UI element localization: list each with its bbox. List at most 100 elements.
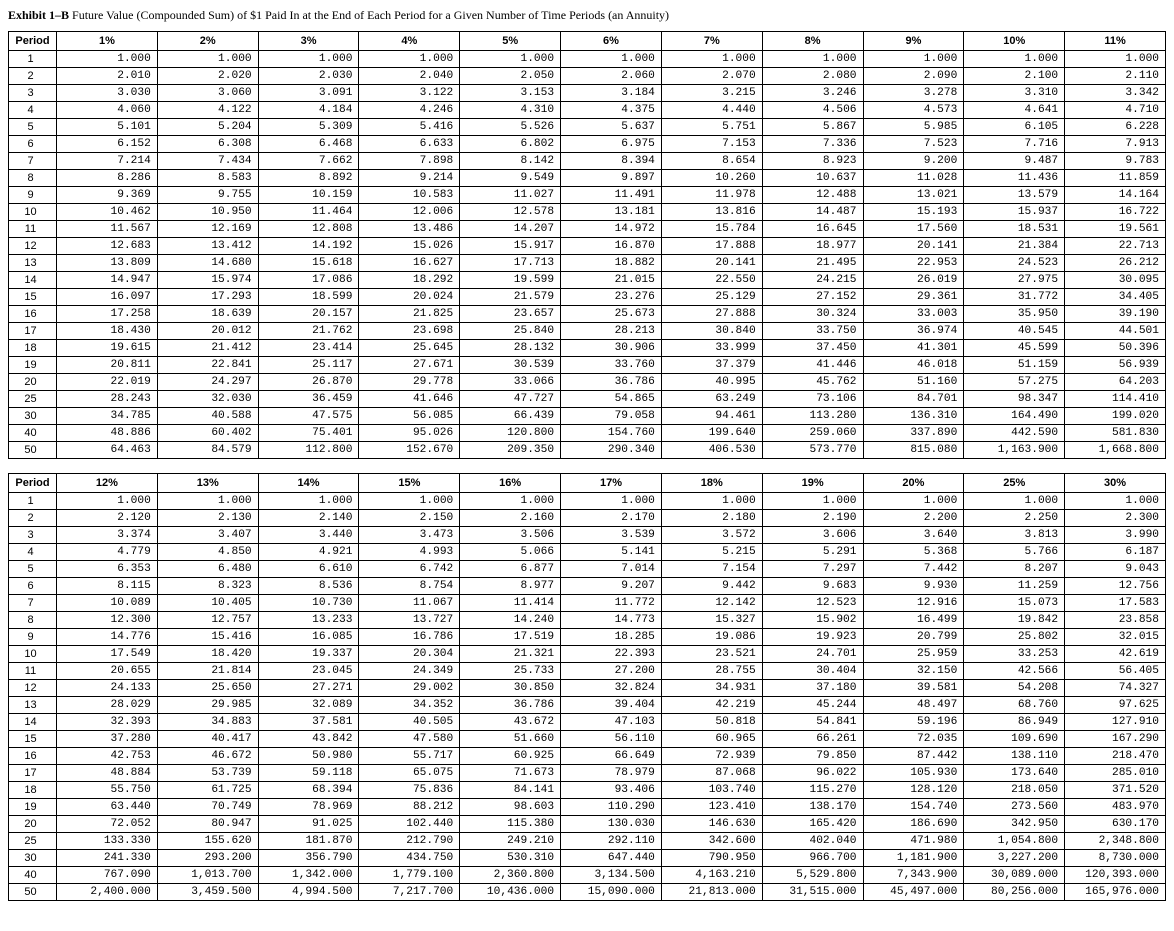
table-row: 1010.46210.95011.46412.00612.57813.18113… [9, 204, 1166, 221]
value-cell: 75.401 [258, 425, 359, 442]
value-cell: 2.170 [561, 510, 662, 527]
period-cell: 2 [9, 510, 57, 527]
value-cell: 30.906 [561, 340, 662, 357]
table-row: 1224.13325.65027.27129.00230.85032.82434… [9, 680, 1166, 697]
value-cell: 8.323 [157, 578, 258, 595]
value-cell: 1,163.900 [964, 442, 1065, 459]
value-cell: 60.402 [157, 425, 258, 442]
value-cell: 22.550 [661, 272, 762, 289]
tables-container: Period1%2%3%4%5%6%7%8%9%10%11%11.0001.00… [8, 31, 1166, 901]
value-cell: 51.159 [964, 357, 1065, 374]
value-cell: 2,348.800 [1065, 833, 1166, 850]
value-cell: 1.000 [762, 493, 863, 510]
value-cell: 442.590 [964, 425, 1065, 442]
value-cell: 18.639 [157, 306, 258, 323]
value-cell: 79.058 [561, 408, 662, 425]
value-cell: 1,668.800 [1065, 442, 1166, 459]
value-cell: 10,436.000 [460, 884, 561, 901]
table-row: 1017.54918.42019.33720.30421.32122.39323… [9, 646, 1166, 663]
value-cell: 28.029 [57, 697, 158, 714]
value-cell: 5.215 [661, 544, 762, 561]
value-cell: 7.014 [561, 561, 662, 578]
value-cell: 84.141 [460, 782, 561, 799]
value-cell: 73.106 [762, 391, 863, 408]
value-cell: 790.950 [661, 850, 762, 867]
value-cell: 23.276 [561, 289, 662, 306]
value-cell: 45.599 [964, 340, 1065, 357]
table-row: 55.1015.2045.3095.4165.5265.6375.7515.86… [9, 119, 1166, 136]
value-cell: 19.923 [762, 629, 863, 646]
value-cell: 21.814 [157, 663, 258, 680]
period-cell: 18 [9, 340, 57, 357]
rate-header: 7% [661, 32, 762, 51]
table-row: 1617.25818.63920.15721.82523.65725.67327… [9, 306, 1166, 323]
value-cell: 2.050 [460, 68, 561, 85]
value-cell: 3.246 [762, 85, 863, 102]
value-cell: 29.778 [359, 374, 460, 391]
period-cell: 25 [9, 391, 57, 408]
rate-header: 9% [863, 32, 964, 51]
value-cell: 32.030 [157, 391, 258, 408]
value-cell: 84.579 [157, 442, 258, 459]
value-cell: 39.581 [863, 680, 964, 697]
exhibit-title-prefix: Exhibit 1–B [8, 8, 69, 22]
value-cell: 138.110 [964, 748, 1065, 765]
value-cell: 3.030 [57, 85, 158, 102]
value-cell: 64.463 [57, 442, 158, 459]
period-cell: 19 [9, 357, 57, 374]
rate-header: 15% [359, 474, 460, 493]
value-cell: 28.755 [661, 663, 762, 680]
value-cell: 34.405 [1065, 289, 1166, 306]
value-cell: 21.495 [762, 255, 863, 272]
value-cell: 10.089 [57, 595, 158, 612]
value-cell: 11.978 [661, 187, 762, 204]
value-cell: 7.434 [157, 153, 258, 170]
value-cell: 17.258 [57, 306, 158, 323]
value-cell: 133.330 [57, 833, 158, 850]
rate-header: 6% [561, 32, 662, 51]
value-cell: 16.627 [359, 255, 460, 272]
value-cell: 34.931 [661, 680, 762, 697]
value-cell: 34.785 [57, 408, 158, 425]
value-cell: 14.972 [561, 221, 662, 238]
value-cell: 21.384 [964, 238, 1065, 255]
value-cell: 5.204 [157, 119, 258, 136]
value-cell: 20.799 [863, 629, 964, 646]
value-cell: 47.727 [460, 391, 561, 408]
value-cell: 9.683 [762, 578, 863, 595]
value-cell: 218.050 [964, 782, 1065, 799]
value-cell: 4.573 [863, 102, 964, 119]
period-cell: 17 [9, 323, 57, 340]
value-cell: 21,813.000 [661, 884, 762, 901]
period-cell: 10 [9, 646, 57, 663]
rate-header: 14% [258, 474, 359, 493]
value-cell: 28.213 [561, 323, 662, 340]
rate-header: 12% [57, 474, 158, 493]
value-cell: 32.393 [57, 714, 158, 731]
value-cell: 20.304 [359, 646, 460, 663]
value-cell: 19.086 [661, 629, 762, 646]
value-cell: 1.000 [661, 51, 762, 68]
value-cell: 9.207 [561, 578, 662, 595]
period-cell: 19 [9, 799, 57, 816]
value-cell: 27.152 [762, 289, 863, 306]
value-cell: 3,227.200 [964, 850, 1065, 867]
rate-header: 16% [460, 474, 561, 493]
period-cell: 18 [9, 782, 57, 799]
value-cell: 5.291 [762, 544, 863, 561]
value-cell: 1.000 [359, 51, 460, 68]
value-cell: 8.654 [661, 153, 762, 170]
value-cell: 37.450 [762, 340, 863, 357]
value-cell: 12.523 [762, 595, 863, 612]
value-cell: 48.886 [57, 425, 158, 442]
period-header: Period [9, 474, 57, 493]
value-cell: 9.369 [57, 187, 158, 204]
table-row: 56.3536.4806.6106.7426.8777.0147.1547.29… [9, 561, 1166, 578]
value-cell: 95.026 [359, 425, 460, 442]
table-row: 99.3699.75510.15910.58311.02711.49111.97… [9, 187, 1166, 204]
value-cell: 5.101 [57, 119, 158, 136]
value-cell: 5.637 [561, 119, 662, 136]
value-cell: 22.019 [57, 374, 158, 391]
rate-header: 8% [762, 32, 863, 51]
value-cell: 8,730.000 [1065, 850, 1166, 867]
